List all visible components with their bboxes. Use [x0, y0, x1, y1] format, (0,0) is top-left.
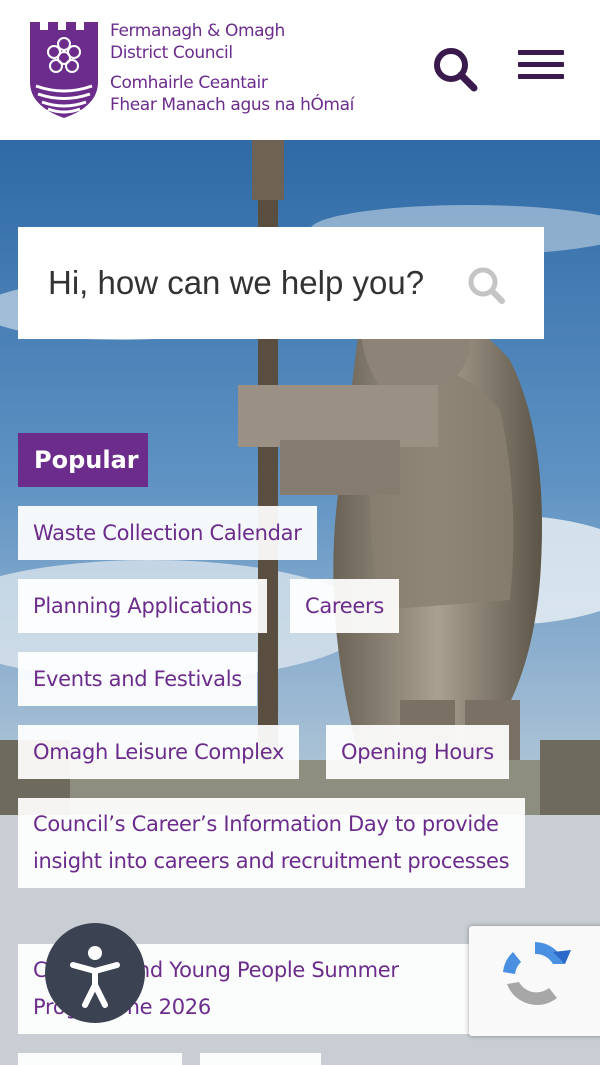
logo-text: Fermanagh & Omagh District Council Comha…	[110, 20, 354, 122]
council-crest-icon	[30, 22, 98, 118]
council-logo[interactable]: Fermanagh & Omagh District Council Comha…	[28, 20, 373, 122]
search-icon[interactable]	[466, 265, 506, 305]
recaptcha-icon	[503, 942, 571, 1005]
logo-name-ga-line2: Fhear Manach agus na hÓmaí	[110, 95, 354, 115]
accessibility-button[interactable]	[45, 923, 145, 1023]
popular-link-opening-hours[interactable]: Opening Hours	[326, 725, 509, 779]
popular-link-partial[interactable]	[18, 1053, 182, 1065]
popular-link-waste-collection-calendar[interactable]: Waste Collection Calendar	[18, 506, 317, 560]
logo-name-en-line1: Fermanagh & Omagh	[110, 21, 285, 41]
accessibility-person-icon	[70, 946, 120, 1008]
search-icon	[434, 48, 478, 92]
site-search	[18, 227, 544, 339]
popular-heading: Popular	[18, 433, 148, 487]
popular-link-planning-applications[interactable]: Planning Applications	[18, 579, 268, 633]
header-search-button[interactable]	[430, 44, 480, 94]
popular-link-partial[interactable]	[200, 1053, 321, 1065]
logo-name-en-line2: District Council	[110, 43, 233, 63]
popular-link-omagh-leisure-complex[interactable]: Omagh Leisure Complex	[18, 725, 300, 779]
recaptcha-badge[interactable]	[469, 926, 600, 1036]
popular-link-events-and-festivals[interactable]: Events and Festivals	[18, 652, 257, 706]
site-header: Fermanagh & Omagh District Council Comha…	[0, 0, 600, 140]
popular-link-careers[interactable]: Careers	[290, 579, 400, 633]
search-input[interactable]	[48, 257, 432, 309]
hamburger-menu-button[interactable]	[518, 50, 568, 88]
logo-name-ga-line1: Comhairle Ceantair	[110, 73, 268, 93]
popular-link-careers-information-day[interactable]: Council’s Career’s Information Day to pr…	[18, 798, 525, 888]
hamburger-menu-icon	[518, 50, 568, 79]
